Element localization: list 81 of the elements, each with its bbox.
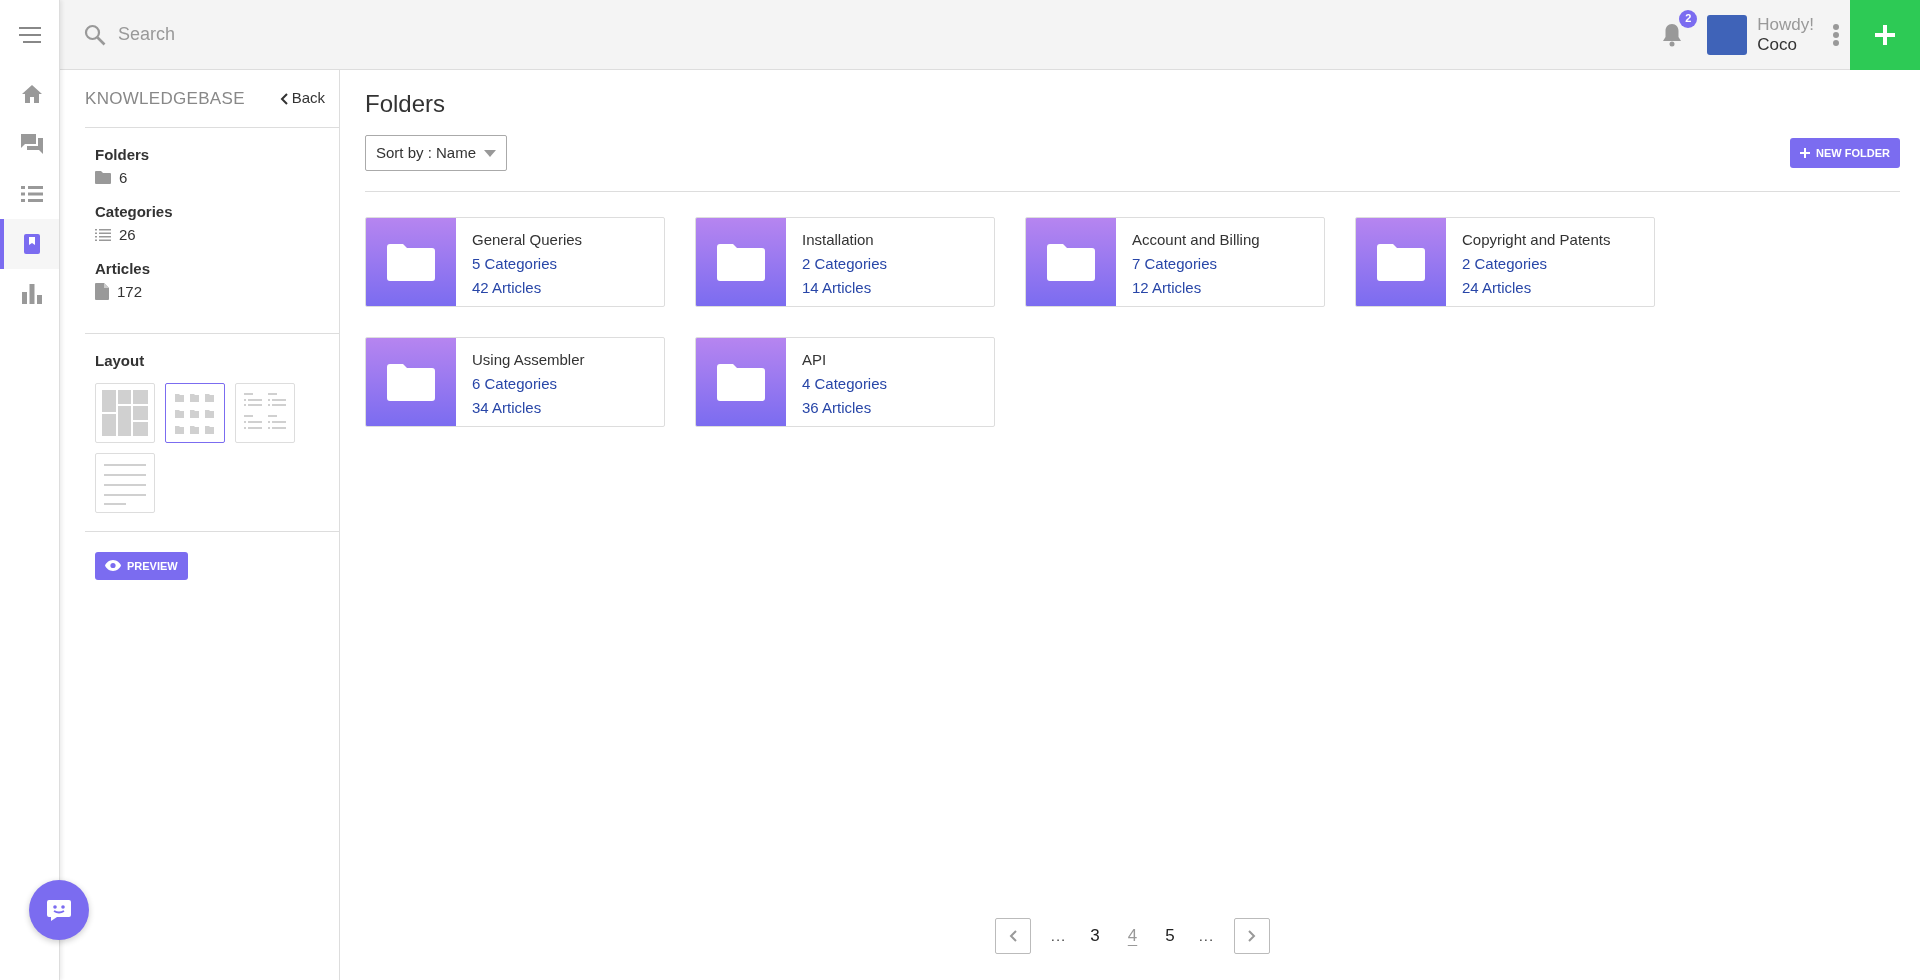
page-link[interactable]: 3 xyxy=(1086,923,1104,949)
folder-icon xyxy=(1047,243,1095,282)
sidebar-nav-button[interactable] xyxy=(0,219,59,269)
categories-link[interactable]: 2 Categories xyxy=(802,252,888,277)
more-icon[interactable] xyxy=(1832,22,1840,47)
stat-label: Folders xyxy=(95,145,151,165)
folder-card[interactable]: Using Assembler 6 Categories 34 Articles xyxy=(365,337,665,428)
chat-bubbles-icon xyxy=(19,133,44,155)
chevron-left-icon xyxy=(279,92,288,105)
user-name: Coco xyxy=(1757,34,1798,55)
stat-count: 172 xyxy=(117,281,143,302)
layout-label: Layout xyxy=(95,351,146,371)
eye-icon xyxy=(105,560,121,572)
chat-button[interactable] xyxy=(29,880,89,940)
categories-link[interactable]: 4 Categories xyxy=(802,372,888,397)
articles-link[interactable]: 24 Articles xyxy=(1462,276,1611,301)
folder-icon xyxy=(717,363,765,402)
list-icon xyxy=(95,227,111,242)
new-folder-button[interactable]: NEW FOLDER xyxy=(1790,137,1900,169)
plus-icon xyxy=(1800,148,1811,159)
folder-card[interactable]: Account and Billing 7 Categories 12 Articles xyxy=(1025,217,1325,308)
masonry-layout-option[interactable] xyxy=(95,382,155,443)
articles-link[interactable]: 14 Articles xyxy=(802,276,888,301)
search-field[interactable]: Search xyxy=(116,20,516,49)
plus-icon xyxy=(1874,23,1896,46)
list-icon xyxy=(20,185,43,203)
bell-icon[interactable] xyxy=(1661,21,1684,48)
avatar[interactable] xyxy=(1707,14,1748,55)
folder-icon xyxy=(387,363,435,402)
folder-icon xyxy=(95,171,111,185)
folder-name: Using Assembler xyxy=(472,350,585,371)
folder-icon xyxy=(1377,243,1425,282)
greeting-text: Howdy! xyxy=(1757,14,1814,35)
text-lines-layout-option[interactable] xyxy=(95,452,155,513)
search-icon xyxy=(84,23,106,46)
categories-link[interactable]: 2 Categories xyxy=(1462,252,1611,277)
next-page-button[interactable] xyxy=(1234,918,1271,954)
categories-link[interactable]: 5 Categories xyxy=(472,252,583,277)
folder-name: Copyright and Patents xyxy=(1462,230,1611,251)
page-link[interactable]: 5 xyxy=(1161,923,1179,949)
pagination-ellipsis: ... xyxy=(1198,925,1215,946)
notification-count: 2 xyxy=(1679,9,1698,28)
document-icon xyxy=(95,283,109,301)
chevron-right-icon xyxy=(1248,930,1257,942)
folder-name: API xyxy=(802,350,828,371)
folder-icon xyxy=(717,243,765,282)
stat-label: Categories xyxy=(95,202,174,222)
folder-card[interactable]: General Queries 5 Categories 42 Articles xyxy=(365,217,665,308)
menu-icon[interactable] xyxy=(18,26,41,43)
folder-name: Account and Billing xyxy=(1132,230,1260,251)
stat-label: Articles xyxy=(95,259,152,279)
categories-link[interactable]: 6 Categories xyxy=(472,372,585,397)
bookmark-icon xyxy=(22,234,41,254)
chatbot-icon xyxy=(46,898,72,922)
add-button[interactable] xyxy=(1850,0,1920,70)
chevron-left-icon xyxy=(1008,930,1017,942)
folder-name: General Queries xyxy=(472,230,583,251)
folder-card[interactable]: Copyright and Patents 2 Categories 24 Articles xyxy=(1355,217,1655,308)
sort-dropdown[interactable]: Sort by : Name xyxy=(365,134,508,172)
articles-link[interactable]: 36 Articles xyxy=(802,396,888,421)
articles-link[interactable]: 34 Articles xyxy=(472,396,585,421)
categories-link[interactable]: 7 Categories xyxy=(1132,252,1260,277)
home-icon xyxy=(20,84,43,104)
caret-down-icon xyxy=(484,149,497,157)
previous-page-button[interactable] xyxy=(994,918,1031,954)
articles-link[interactable]: 42 Articles xyxy=(472,276,583,301)
page-title: Folders xyxy=(365,90,447,119)
folder-card[interactable]: API 4 Categories 36 Articles xyxy=(695,337,995,428)
panel-title: KNOWLEDGEBASE xyxy=(85,87,245,110)
folder-grid-layout-option[interactable] xyxy=(165,382,225,443)
folder-card[interactable]: Installation 2 Categories 14 Articles xyxy=(695,217,995,308)
back-link[interactable]: Back xyxy=(279,87,325,110)
folder-icon xyxy=(387,243,435,282)
preview-button[interactable]: PREVIEW xyxy=(95,551,188,580)
articles-link[interactable]: 12 Articles xyxy=(1132,276,1260,301)
list-columns-layout-option[interactable] xyxy=(235,382,295,443)
stat-count: 6 xyxy=(119,167,128,188)
folder-name: Installation xyxy=(802,230,875,251)
pagination-ellipsis: ... xyxy=(1050,925,1067,946)
stat-count: 26 xyxy=(119,224,136,245)
bar-chart-icon xyxy=(21,284,42,304)
